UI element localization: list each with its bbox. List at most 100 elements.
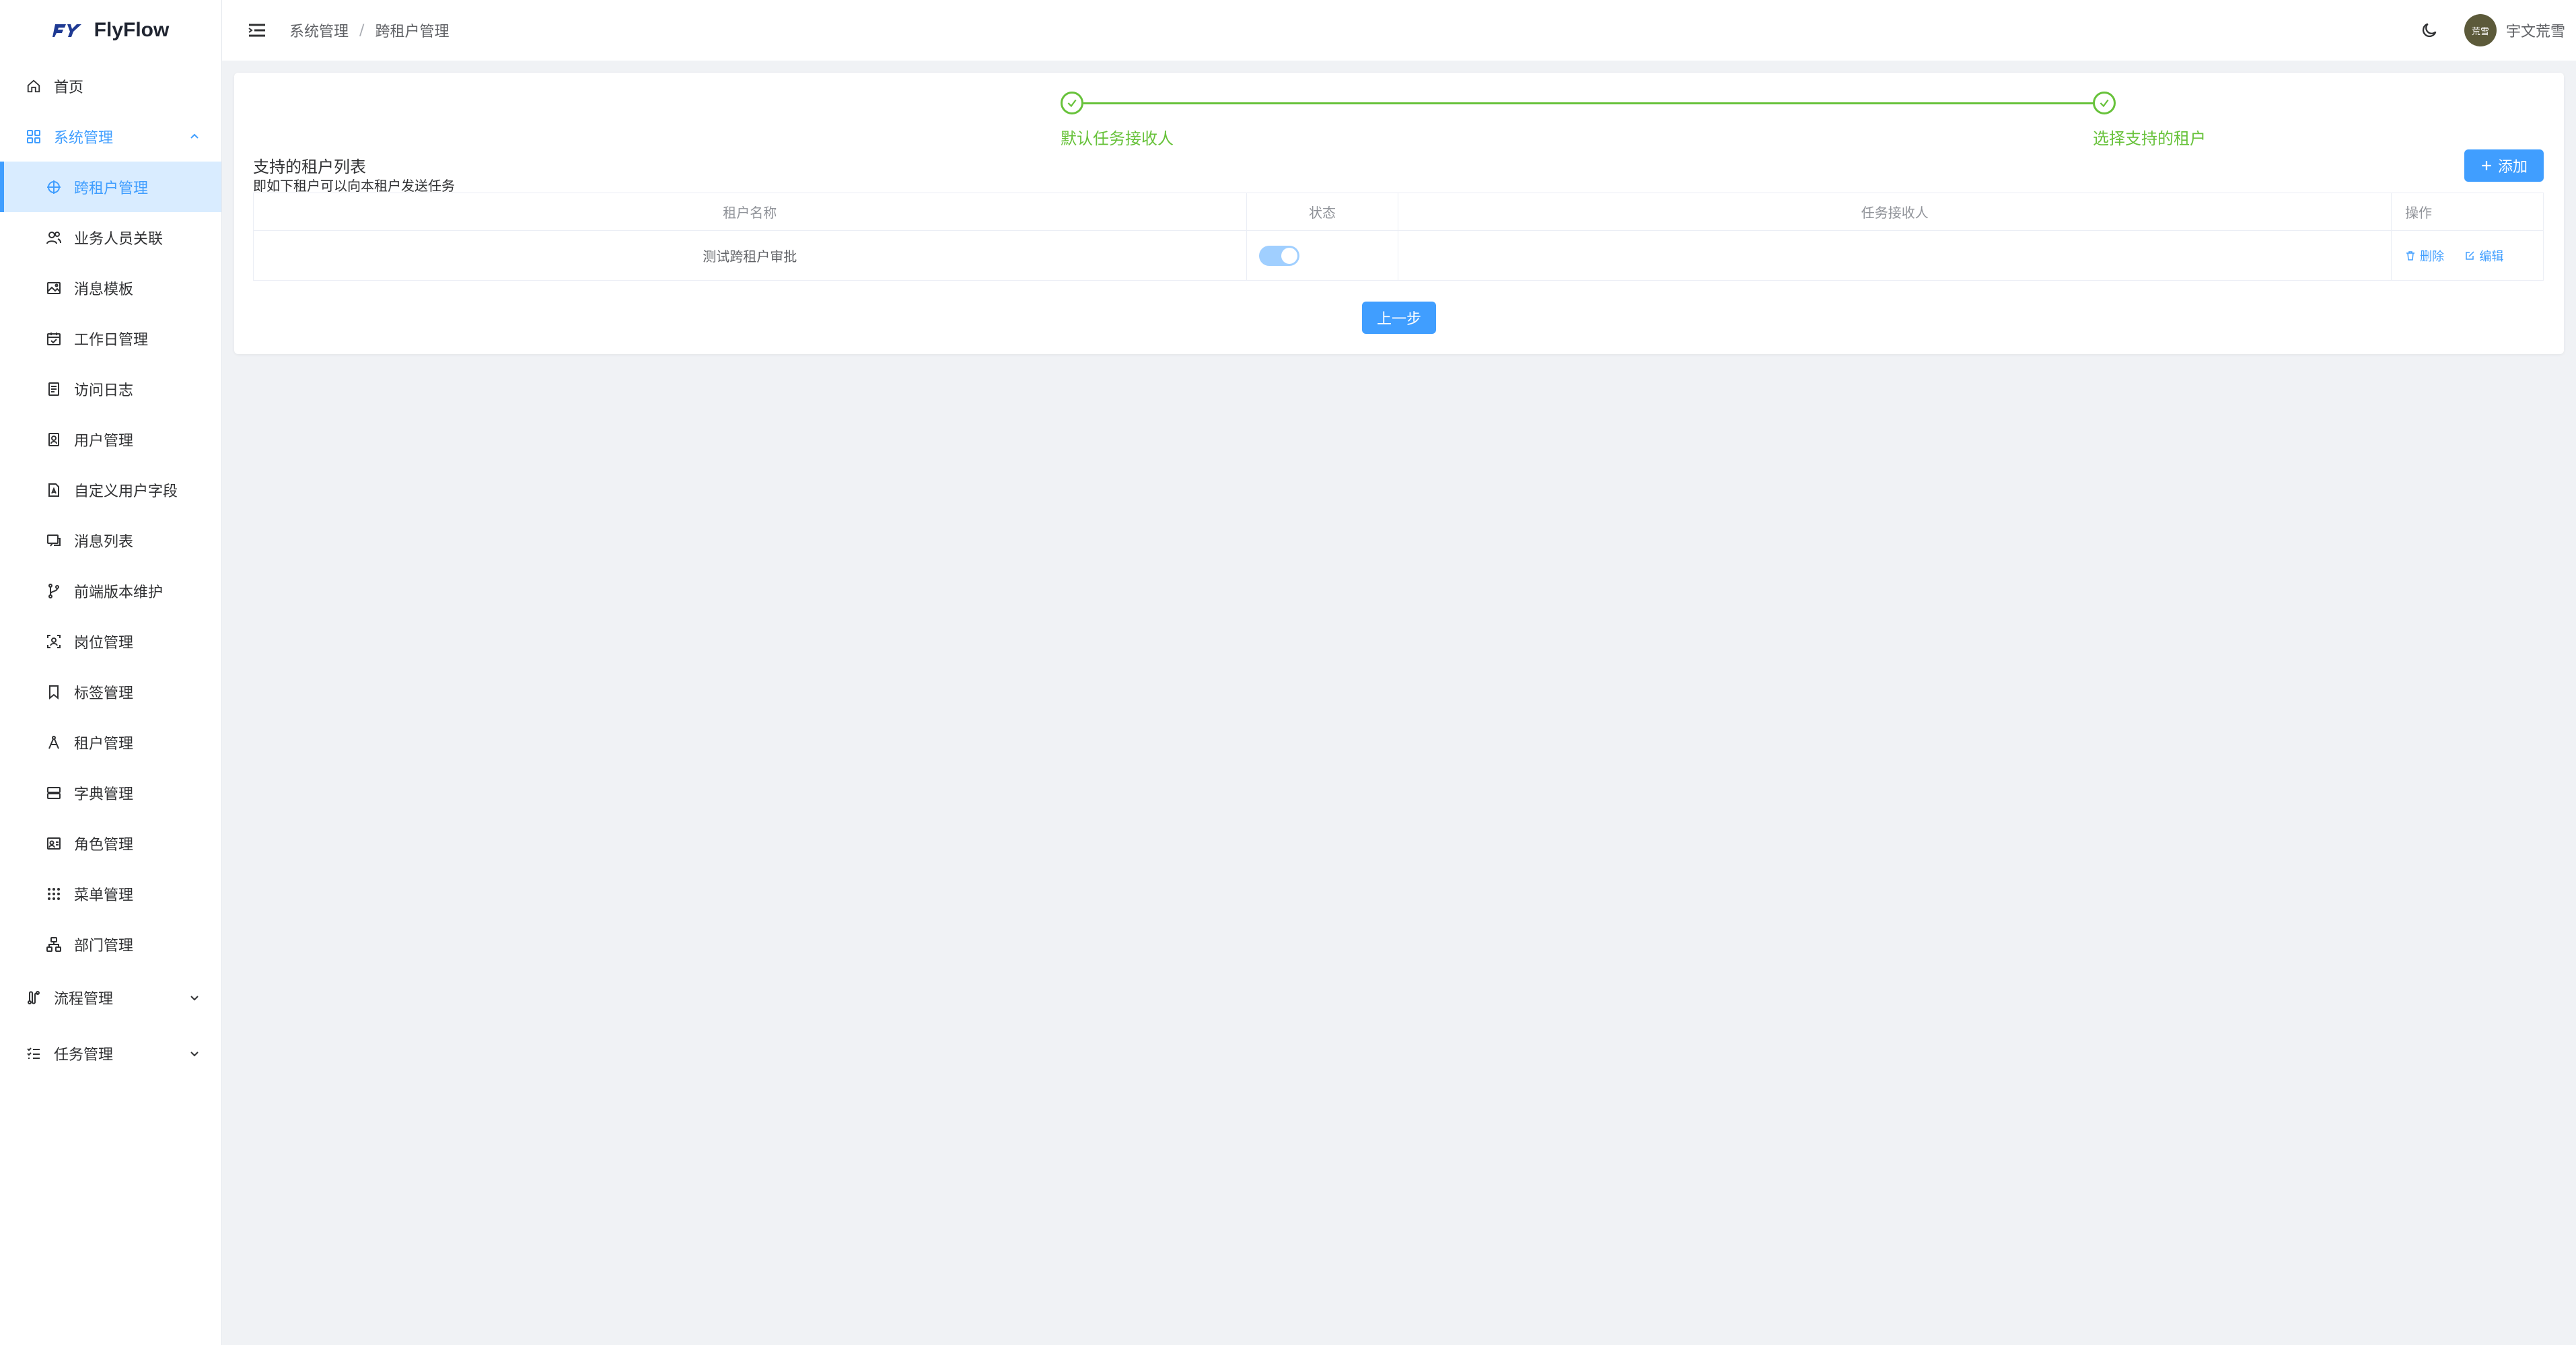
username[interactable]: 宇文荒雪 <box>2506 20 2565 41</box>
org-chart-icon <box>44 935 63 954</box>
calendar-icon <box>44 329 63 348</box>
section-title: 支持的租户列表 <box>253 158 366 176</box>
user-card-icon <box>44 430 63 449</box>
sidebar-item-users[interactable]: 用户管理 <box>0 414 221 464</box>
sidebar-item-custom-fields[interactable]: 自定义用户字段 <box>0 464 221 515</box>
server-icon <box>44 784 63 802</box>
bookmark-icon <box>44 683 63 701</box>
sidebar-item-label: 用户管理 <box>74 432 134 450</box>
sidebar-item-tenants[interactable]: 租户管理 <box>0 717 221 767</box>
header-right: 荒雪 宇文荒雪 <box>2420 0 2565 61</box>
column-header-receiver: 任务接收人 <box>1398 193 2392 231</box>
file-edit-icon <box>44 481 63 499</box>
sidebar-item-label: 租户管理 <box>74 735 134 753</box>
moon-icon[interactable] <box>2420 21 2439 40</box>
users-icon <box>44 228 63 247</box>
flow-icon <box>24 988 43 1007</box>
sidebar-item-frontend-version[interactable]: 前端版本维护 <box>0 565 221 616</box>
grid-icon <box>24 127 43 146</box>
top-header: 系统管理 / 跨租户管理 荒雪 宇文荒雪 <box>222 0 2576 61</box>
sidebar-item-system[interactable]: 系统管理 <box>0 111 221 162</box>
task-list-icon <box>24 1044 43 1063</box>
sidebar-item-message-template[interactable]: 消息模板 <box>0 263 221 313</box>
delete-button[interactable]: 删除 <box>2405 247 2444 265</box>
sidebar: FlyFlow 首页 系统管理 跨租户管理 业务人员关联 消息模板 工作日管理 … <box>0 0 222 1345</box>
sidebar-item-dictionary[interactable]: 字典管理 <box>0 767 221 818</box>
sidebar-item-label: 跨租户管理 <box>74 180 149 197</box>
sidebar-item-label: 部门管理 <box>74 937 134 955</box>
sidebar-item-message-list[interactable]: 消息列表 <box>0 515 221 565</box>
sidebar-item-label: 任务管理 <box>54 1046 114 1064</box>
focus-user-icon <box>44 632 63 651</box>
crosshair-icon <box>44 178 63 197</box>
table-header-row: 租户名称 状态 任务接收人 操作 <box>253 193 2544 231</box>
sidebar-item-home[interactable]: 首页 <box>0 61 221 111</box>
tenant-table: 租户名称 状态 任务接收人 操作 测试跨租户审批 删除 编辑 <box>253 193 2544 281</box>
compass-icon <box>44 733 63 752</box>
table-row: 测试跨租户审批 删除 编辑 <box>253 230 2544 281</box>
breadcrumb-current: 跨租户管理 <box>375 24 450 40</box>
sidebar-item-tasks[interactable]: 任务管理 <box>0 1028 221 1078</box>
add-button[interactable]: 添加 <box>2464 149 2544 182</box>
image-icon <box>44 279 63 298</box>
sidebar-item-menus[interactable]: 菜单管理 <box>0 868 221 919</box>
column-header-status: 状态 <box>1246 193 1399 231</box>
chevron-down-icon <box>189 1048 200 1059</box>
avatar[interactable]: 荒雪 <box>2464 14 2497 46</box>
sidebar-item-label: 岗位管理 <box>74 634 134 652</box>
breadcrumb-item[interactable]: 系统管理 <box>289 20 349 41</box>
previous-step-button[interactable]: 上一步 <box>1362 302 1436 334</box>
document-icon <box>44 380 63 399</box>
sidebar-item-label: 首页 <box>54 79 84 96</box>
plus-icon <box>2480 160 2493 172</box>
breadcrumb-separator: / <box>359 22 365 39</box>
chevron-up-icon <box>189 131 200 142</box>
sidebar-item-business-users[interactable]: 业务人员关联 <box>0 212 221 263</box>
step-1-check-icon <box>1061 92 1083 114</box>
step-2-check-icon <box>2093 92 2116 114</box>
sidebar-item-access-log[interactable]: 访问日志 <box>0 364 221 414</box>
sidebar-item-label: 标签管理 <box>74 685 134 702</box>
sidebar-item-process[interactable]: 流程管理 <box>0 972 221 1023</box>
step-connector <box>1083 102 2096 104</box>
sidebar-item-cross-tenant[interactable]: 跨租户管理 <box>0 162 221 212</box>
section-description: 即如下租户可以向本租户发送任务 <box>253 178 455 194</box>
sidebar-item-label: 消息列表 <box>74 533 134 551</box>
column-header-actions: 操作 <box>2391 193 2544 231</box>
role-icon <box>44 834 63 853</box>
add-button-label: 添加 <box>2497 159 2528 176</box>
logo[interactable]: FlyFlow <box>0 0 221 61</box>
message-icon <box>44 531 63 550</box>
sidebar-item-label: 工作日管理 <box>74 331 149 349</box>
status-switch[interactable] <box>1258 245 1299 266</box>
sidebar-item-tags[interactable]: 标签管理 <box>0 666 221 717</box>
sidebar-item-label: 前端版本维护 <box>74 584 164 601</box>
step-2-label: 选择支持的租户 <box>2093 129 2206 148</box>
sidebar-item-label: 字典管理 <box>74 786 134 803</box>
sidebar-item-positions[interactable]: 岗位管理 <box>0 616 221 666</box>
chevron-down-icon <box>189 992 200 1003</box>
cell-receiver <box>1398 230 2392 281</box>
sidebar-item-departments[interactable]: 部门管理 <box>0 919 221 969</box>
dots-grid-icon <box>44 885 63 903</box>
branch-icon <box>44 582 63 600</box>
sidebar-item-label: 流程管理 <box>54 990 114 1008</box>
column-header-tenant-name: 租户名称 <box>253 193 1247 231</box>
sidebar-item-roles[interactable]: 角色管理 <box>0 818 221 868</box>
trash-icon <box>2405 250 2416 261</box>
sidebar-item-label: 系统管理 <box>54 129 114 147</box>
steps: 默认任务接收人 选择支持的租户 <box>234 73 2564 153</box>
menu-toggle-icon[interactable] <box>245 18 269 42</box>
sidebar-item-workday[interactable]: 工作日管理 <box>0 313 221 364</box>
home-icon <box>24 77 43 96</box>
edit-label: 编辑 <box>2479 249 2504 264</box>
edit-button[interactable]: 编辑 <box>2464 247 2503 265</box>
sidebar-item-label: 访问日志 <box>74 382 134 399</box>
cell-tenant-name: 测试跨租户审批 <box>253 230 1247 281</box>
app-name: FlyFlow <box>94 19 170 41</box>
sidebar-item-label: 业务人员关联 <box>74 230 164 248</box>
sidebar-item-label: 角色管理 <box>74 836 134 854</box>
edit-icon <box>2464 250 2475 261</box>
cell-actions: 删除 编辑 <box>2391 230 2544 281</box>
breadcrumb: 系统管理 / 跨租户管理 <box>289 20 449 41</box>
